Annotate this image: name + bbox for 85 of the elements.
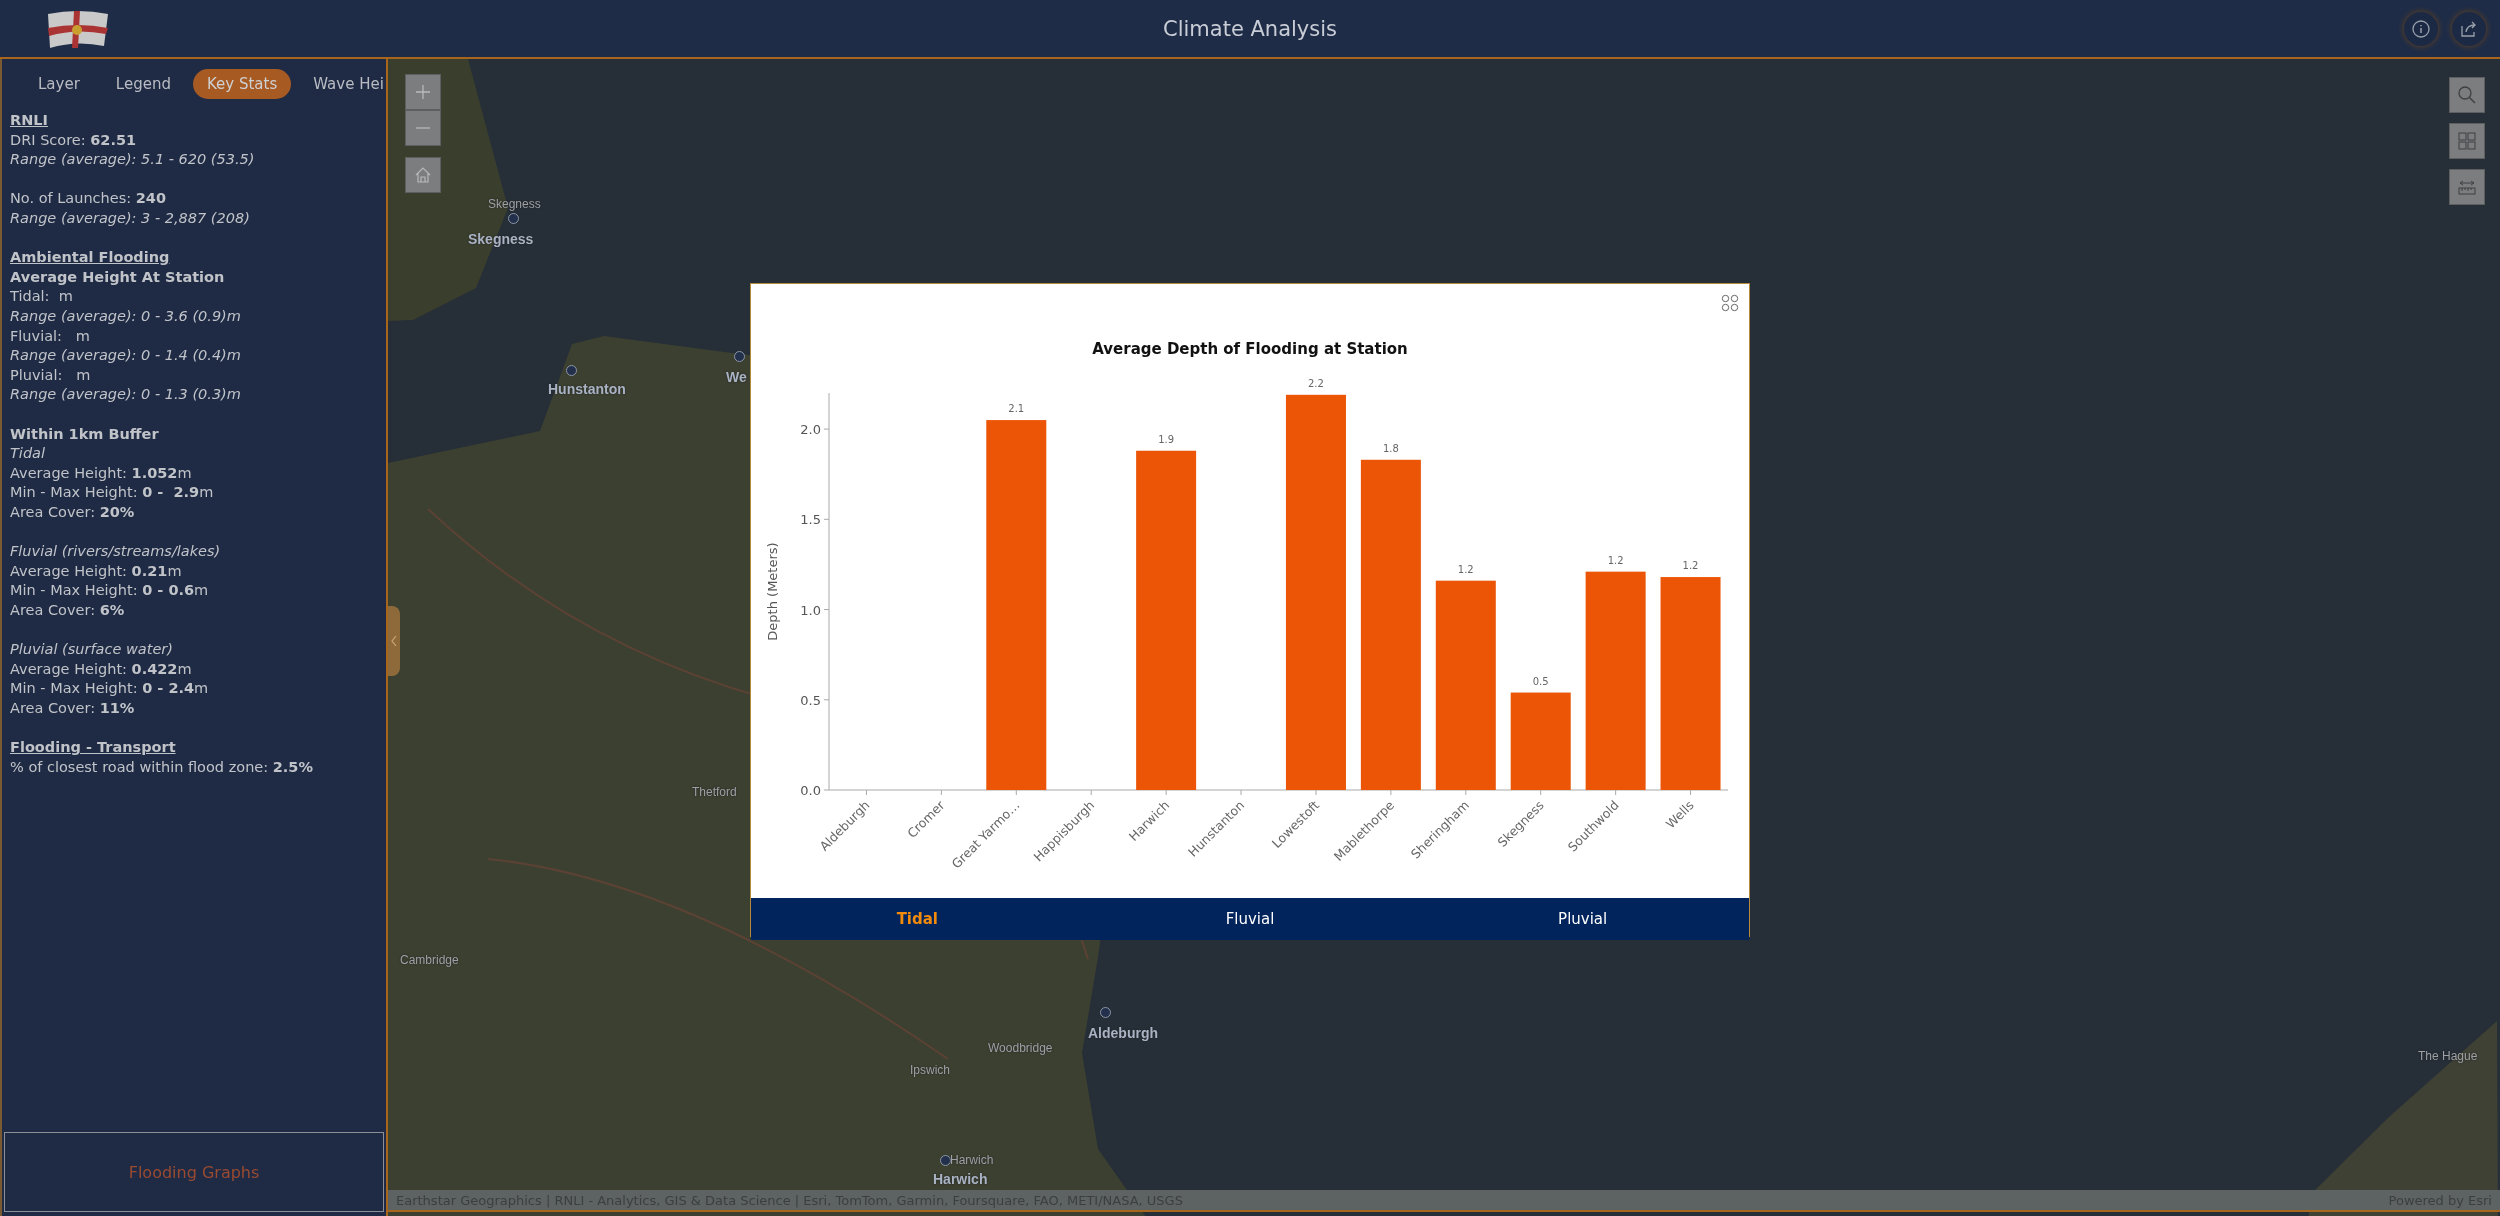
- grid-icon: [2457, 131, 2477, 151]
- place-label: Cambridge: [400, 953, 459, 967]
- y-tick-label: 2.0: [800, 422, 821, 438]
- value-label: 1.9: [1158, 433, 1175, 445]
- place-label: Aldeburgh: [1088, 1025, 1158, 1041]
- place-label: Harwich: [933, 1171, 988, 1187]
- share-icon: [2460, 19, 2478, 38]
- stat-line: No. of Launches: 240: [10, 189, 168, 209]
- section-heading: Flooding - Transport: [10, 738, 177, 757]
- home-icon: [413, 165, 433, 185]
- value-label: 1.2: [1457, 563, 1474, 575]
- section-heading: RNLI: [10, 111, 49, 130]
- basemap-button[interactable]: [2449, 123, 2485, 159]
- y-tick-label: 0.5: [800, 692, 821, 708]
- stat-line: Area Cover: 11%: [10, 698, 136, 718]
- search-button[interactable]: [2449, 77, 2485, 113]
- stat-line: Range (average): 0 - 3.6 (0.9)m: [10, 306, 242, 326]
- stat-line: Average Height: 1.052m: [10, 463, 193, 483]
- sidebar-tab[interactable]: Legend: [101, 69, 185, 99]
- stat-line: DRI Score: 62.51: [10, 130, 138, 150]
- stat-line: Area Cover: 6%: [10, 600, 126, 620]
- station-dot: [1100, 1007, 1111, 1018]
- station-dot: [566, 365, 577, 376]
- stat-line: Average Height: 0.422m: [10, 659, 193, 679]
- place-label: We: [726, 369, 747, 385]
- stat-line: % of closest road within flood zone: 2.5%: [10, 757, 314, 777]
- value-label: 1.8: [1382, 442, 1399, 454]
- chart-tab[interactable]: Pluvial: [1416, 898, 1749, 940]
- chart-tab[interactable]: Tidal: [751, 898, 1084, 940]
- y-tick-label: 1.5: [800, 512, 821, 528]
- place-label: Ipswich: [910, 1063, 950, 1077]
- measure-button[interactable]: [2449, 169, 2485, 205]
- minus-icon: [416, 127, 430, 129]
- stat-line: Within 1km Buffer: [10, 424, 160, 444]
- station-dot: [734, 351, 745, 362]
- info-icon: [2412, 19, 2430, 38]
- stat-line: Tidal: m: [10, 287, 74, 307]
- value-label: 2.1: [1008, 403, 1025, 415]
- stat-line: Range (average): 0 - 1.3 (0.3)m: [10, 385, 242, 405]
- stat-line: Tidal: [10, 444, 46, 464]
- stat-line: Area Cover: 20%: [10, 502, 136, 522]
- place-label: Skegness: [488, 197, 541, 211]
- sidebar-tab[interactable]: Wave Hei: [299, 69, 384, 99]
- value-label: 1.2: [1682, 560, 1699, 572]
- y-axis-label: Depth (Meters): [765, 542, 780, 641]
- stat-line: Average Height At Station: [10, 267, 226, 287]
- stat-line: Average Height: 0.21m: [10, 561, 183, 581]
- chevron-left-icon: [390, 635, 398, 647]
- place-label: Hunstanton: [548, 381, 626, 397]
- value-label: 1.2: [1607, 554, 1624, 566]
- stat-line: Pluvial (surface water): [10, 640, 174, 660]
- value-label: 2.2: [1308, 377, 1324, 389]
- stat-line: Range (average): 0 - 1.4 (0.4)m: [10, 346, 242, 366]
- place-label: Skegness: [468, 231, 534, 247]
- place-label: Harwich: [950, 1153, 994, 1167]
- info-button[interactable]: [2404, 11, 2438, 46]
- place-label: The Hague: [2418, 1049, 2478, 1063]
- app-title: Climate Analysis: [1163, 16, 1337, 41]
- station-dot: [940, 1155, 951, 1166]
- stat-line: Min - Max Height: 0 - 2.9m: [10, 483, 215, 503]
- plus-icon: [416, 85, 430, 99]
- stat-line: Min - Max Height: 0 - 2.4m: [10, 679, 210, 699]
- zoom-out-button[interactable]: [405, 110, 441, 146]
- place-label: Woodbridge: [988, 1041, 1053, 1055]
- four-circles-icon: [1721, 294, 1739, 312]
- value-label: 0.5: [1532, 675, 1549, 687]
- stat-line: Range (average): 3 - 2,887 (208): [10, 208, 251, 228]
- station-dot: [508, 213, 519, 224]
- zoom-in-button[interactable]: [405, 74, 441, 110]
- share-button[interactable]: [2452, 11, 2486, 46]
- section-heading: Ambiental Flooding: [10, 248, 171, 268]
- chart-title: Average Depth of Flooding at Station: [1092, 340, 1408, 358]
- y-tick-label: 1.0: [800, 602, 821, 618]
- place-label: Thetford: [692, 785, 737, 799]
- stat-line: Min - Max Height: 0 - 0.6m: [10, 581, 210, 601]
- chart-tab[interactable]: Fluvial: [1083, 898, 1417, 940]
- stat-line: Fluvial: m: [10, 326, 91, 346]
- sidebar-tab[interactable]: Layer: [24, 69, 94, 99]
- stat-line: Range (average): 5.1 - 620 (53.5): [10, 150, 256, 170]
- stat-line: Pluvial: m: [10, 365, 92, 385]
- search-icon: [2457, 85, 2477, 105]
- collapse-handle[interactable]: [388, 606, 400, 676]
- y-tick-label: 0.0: [800, 783, 821, 798]
- stat-line: Fluvial (rivers/streams/lakes): [10, 542, 222, 562]
- home-button[interactable]: [405, 157, 441, 193]
